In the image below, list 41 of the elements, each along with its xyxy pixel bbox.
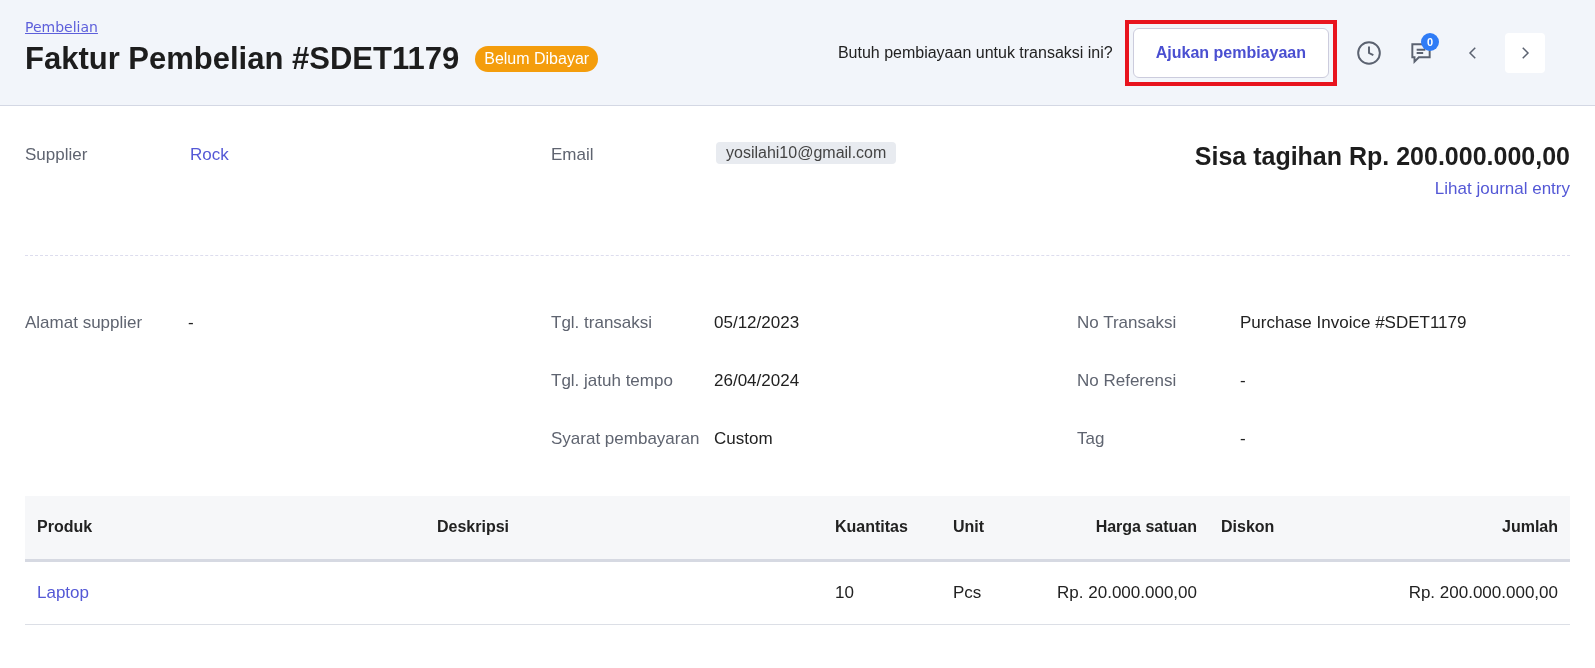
- field-value: 26/04/2024: [714, 370, 801, 392]
- field-label: Alamat supplier: [25, 312, 144, 334]
- financing-button[interactable]: Ajukan pembiayaan: [1132, 27, 1329, 78]
- field-value: Purchase Invoice #SDET1179: [1240, 312, 1468, 334]
- breadcrumb-link[interactable]: Pembelian: [25, 18, 98, 35]
- comments-button[interactable]: 0: [1401, 32, 1441, 73]
- journal-entry-link[interactable]: Lihat journal entry: [1434, 179, 1570, 199]
- next-button[interactable]: [1505, 32, 1545, 73]
- field-label: Syarat pembayaran: [551, 428, 701, 450]
- financing-prompt: Butuh pembiayaan untuk transaksi ini?: [837, 43, 1113, 62]
- field-value: -: [1240, 428, 1247, 450]
- clock-icon: [1356, 39, 1382, 66]
- field-label: No Transaksi: [1077, 312, 1178, 334]
- column-header: Unit: [941, 496, 1011, 560]
- comment-count-badge: 0: [1421, 32, 1439, 51]
- column-header: Deskripsi: [425, 496, 823, 560]
- field-label: Email: [551, 144, 595, 166]
- table-cell: 10: [823, 560, 941, 624]
- email-chip: yosilahi10@gmail.com: [716, 142, 897, 164]
- product-link[interactable]: Laptop: [25, 560, 425, 624]
- table-cell: Rp. 200.000.000,00: [1309, 560, 1570, 624]
- field-value: Custom: [714, 428, 774, 450]
- balance-due: Sisa tagihan Rp. 200.000.000,00: [1194, 142, 1570, 171]
- column-header: Diskon: [1209, 496, 1309, 560]
- page-title: Faktur Pembelian #SDET1179: [25, 40, 460, 77]
- field-label: Tag: [1077, 428, 1106, 450]
- table-cell: Rp. 20.000.000,00: [1011, 560, 1209, 624]
- table-cell: Pcs: [941, 560, 1011, 624]
- field-label: No Referensi: [1077, 370, 1178, 392]
- status-badge: Belum Dibayar: [475, 45, 599, 72]
- column-header: Harga satuan: [1011, 496, 1209, 560]
- field-value: 05/12/2023: [714, 312, 801, 334]
- supplier-link[interactable]: Rock: [190, 142, 551, 168]
- field-label: Tgl. jatuh tempo: [551, 370, 674, 392]
- field-value: -: [1240, 370, 1247, 392]
- column-header: Jumlah: [1309, 496, 1570, 560]
- field-label: Tgl. transaksi: [551, 312, 654, 334]
- column-header: Kuantitas: [823, 496, 941, 560]
- field-label: Supplier: [25, 144, 89, 166]
- column-header: Produk: [25, 496, 425, 560]
- field-value: -: [188, 312, 195, 334]
